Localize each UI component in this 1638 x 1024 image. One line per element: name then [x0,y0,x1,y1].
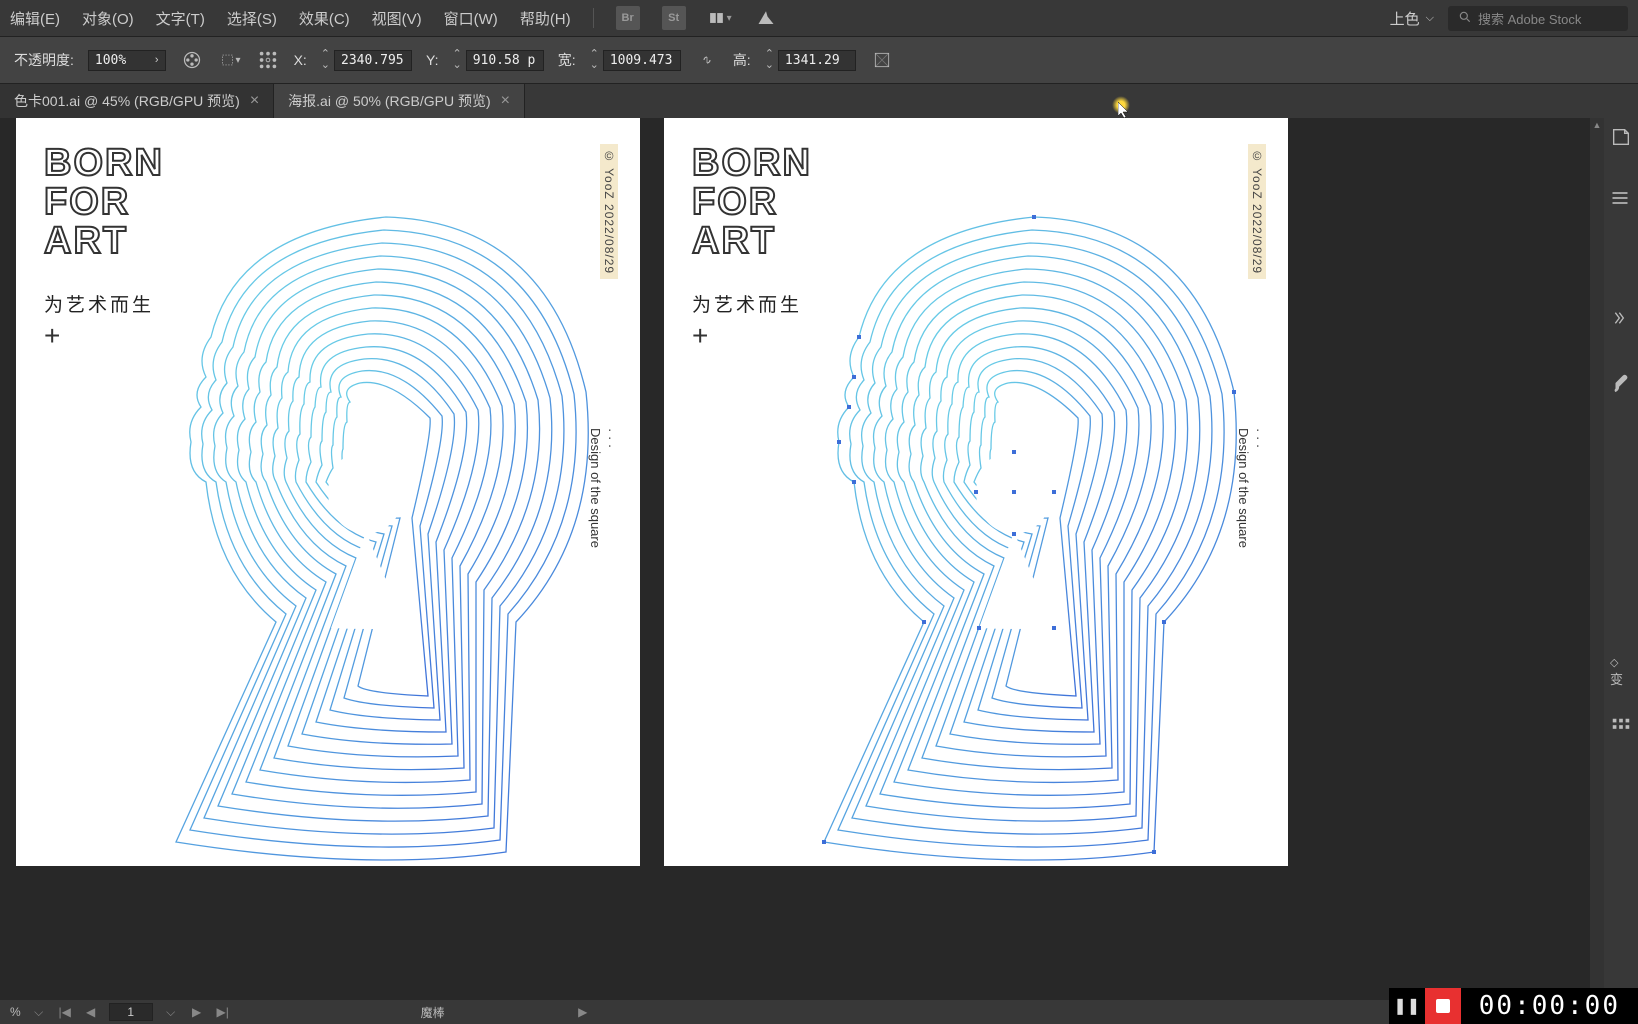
recording-time: 00:00:00 [1461,991,1638,1021]
search-placeholder: 搜索 Adobe Stock [1478,9,1581,28]
opacity-input[interactable] [89,51,149,70]
document-tabs: 色卡001.ai @ 45% (RGB/GPU 预览) × 海报.ai @ 50… [0,84,1638,118]
scale-corners-icon[interactable] [870,48,894,72]
close-icon[interactable]: × [250,93,259,109]
spin-icon: ⌃⌄ [765,49,774,71]
zoom-value: % [10,1005,21,1019]
link-wh-icon[interactable] [695,48,719,72]
tab-doc-1[interactable]: 色卡001.ai @ 45% (RGB/GPU 预览) × [0,84,274,118]
expand-panels-icon[interactable] [1610,310,1632,332]
stop-recording-button[interactable] [1425,988,1461,1024]
w-label: 宽: [558,50,576,70]
menu-window[interactable]: 窗口(W) [444,8,498,29]
artboard-dropdown-icon[interactable]: ⌵ [163,1005,179,1020]
transform-panel-icon[interactable]: ◇ 变 [1610,654,1632,676]
workspace-label: 上色 [1390,8,1420,29]
last-artboard-icon[interactable]: ▶| [215,1005,231,1019]
bridge-icon[interactable]: Br [616,6,640,30]
search-icon [1458,10,1472,27]
gpu-icon[interactable] [754,6,778,30]
properties-panel-icon[interactable] [1610,126,1632,148]
h-input[interactable]: ⌃⌄ [765,49,856,71]
menu-view[interactable]: 视图(V) [372,8,422,29]
cursor-icon [1118,102,1130,118]
w-input[interactable]: ⌃⌄ [590,49,681,71]
menu-select[interactable]: 选择(S) [227,8,277,29]
spin-icon: ⌃⌄ [590,49,599,71]
opacity-dropdown-icon[interactable]: › [149,54,165,66]
menu-effect[interactable]: 效果(C) [299,8,350,29]
divider [593,8,594,28]
vertical-scrollbar[interactable]: ▲ [1590,118,1604,1000]
arrange-documents-icon[interactable]: ▾ [708,6,732,30]
screen-recorder-overlay: ❚❚ 00:00:00 [1389,988,1638,1024]
stock-icon[interactable]: St [662,6,686,30]
y-label: Y: [426,52,438,68]
prev-artboard-icon[interactable]: ◀ [83,1005,99,1019]
menu-help[interactable]: 帮助(H) [520,8,571,29]
tab-label: 色卡001.ai @ 45% (RGB/GPU 预览) [14,91,240,111]
search-stock-input[interactable]: 搜索 Adobe Stock [1448,6,1628,31]
artboard-number-input[interactable] [109,1003,153,1021]
brushes-panel-icon[interactable] [1610,372,1632,394]
spin-icon: ⌃⌄ [321,49,330,71]
menu-object[interactable]: 对象(O) [82,8,134,29]
workspace-switcher[interactable]: 上色 ⌵ [1390,8,1434,29]
opacity-label: 不透明度: [14,50,74,70]
tool-name: 魔棒 [421,1004,445,1021]
menu-type[interactable]: 文字(T) [156,8,205,29]
canvas[interactable]: BORN FOR ART 为艺术而生 + © YooZ 2022/08/29 ·… [0,118,1604,1000]
artboard-1: BORN FOR ART 为艺术而生 + © YooZ 2022/08/29 ·… [16,118,640,866]
x-label: X: [294,52,307,68]
zoom-dropdown-icon[interactable]: ⌵ [31,1005,47,1020]
pause-recording-button[interactable]: ❚❚ [1389,988,1425,1024]
blend-artwork-selected[interactable] [764,192,1254,862]
tab-doc-2[interactable]: 海报.ai @ 50% (RGB/GPU 预览) × [274,84,525,118]
poster-plus: + [44,320,60,352]
recolor-icon[interactable] [180,48,204,72]
first-artboard-icon[interactable]: |◀ [57,1005,73,1019]
artboard-2: BORN FOR ART 为艺术而生 + © YooZ 2022/08/29 ·… [664,118,1288,866]
spin-icon: ⌃⌄ [452,49,461,71]
h-label: 高: [733,50,751,70]
transform-icon[interactable]: ▾ [218,48,242,72]
tab-label: 海报.ai @ 50% (RGB/GPU 预览) [288,91,490,111]
chevron-down-icon: ⌵ [1426,12,1434,25]
scroll-up-icon[interactable]: ▲ [1590,118,1604,132]
right-panel-dock: ◇ 变 [1604,118,1638,1000]
y-input[interactable]: ⌃⌄ [452,49,543,71]
reference-point-icon[interactable] [256,48,280,72]
blend-artwork [116,192,606,862]
menu-icon[interactable] [1610,188,1632,210]
next-artboard-icon[interactable]: ▶ [189,1005,205,1019]
control-bar: 不透明度: › ▾ X: ⌃⌄ Y: ⌃⌄ 宽: ⌃⌄ 高: ⌃⌄ [0,36,1638,84]
menu-edit[interactable]: 编辑(E) [10,8,60,29]
poster-plus: + [692,320,708,352]
align-panel-icon[interactable] [1610,716,1632,738]
x-input[interactable]: ⌃⌄ [321,49,412,71]
menu-bar: 编辑(E) 对象(O) 文字(T) 选择(S) 效果(C) 视图(V) 窗口(W… [0,0,1638,36]
tool-info-dropdown-icon[interactable]: ▶ [575,1005,591,1019]
close-icon[interactable]: × [501,93,510,109]
